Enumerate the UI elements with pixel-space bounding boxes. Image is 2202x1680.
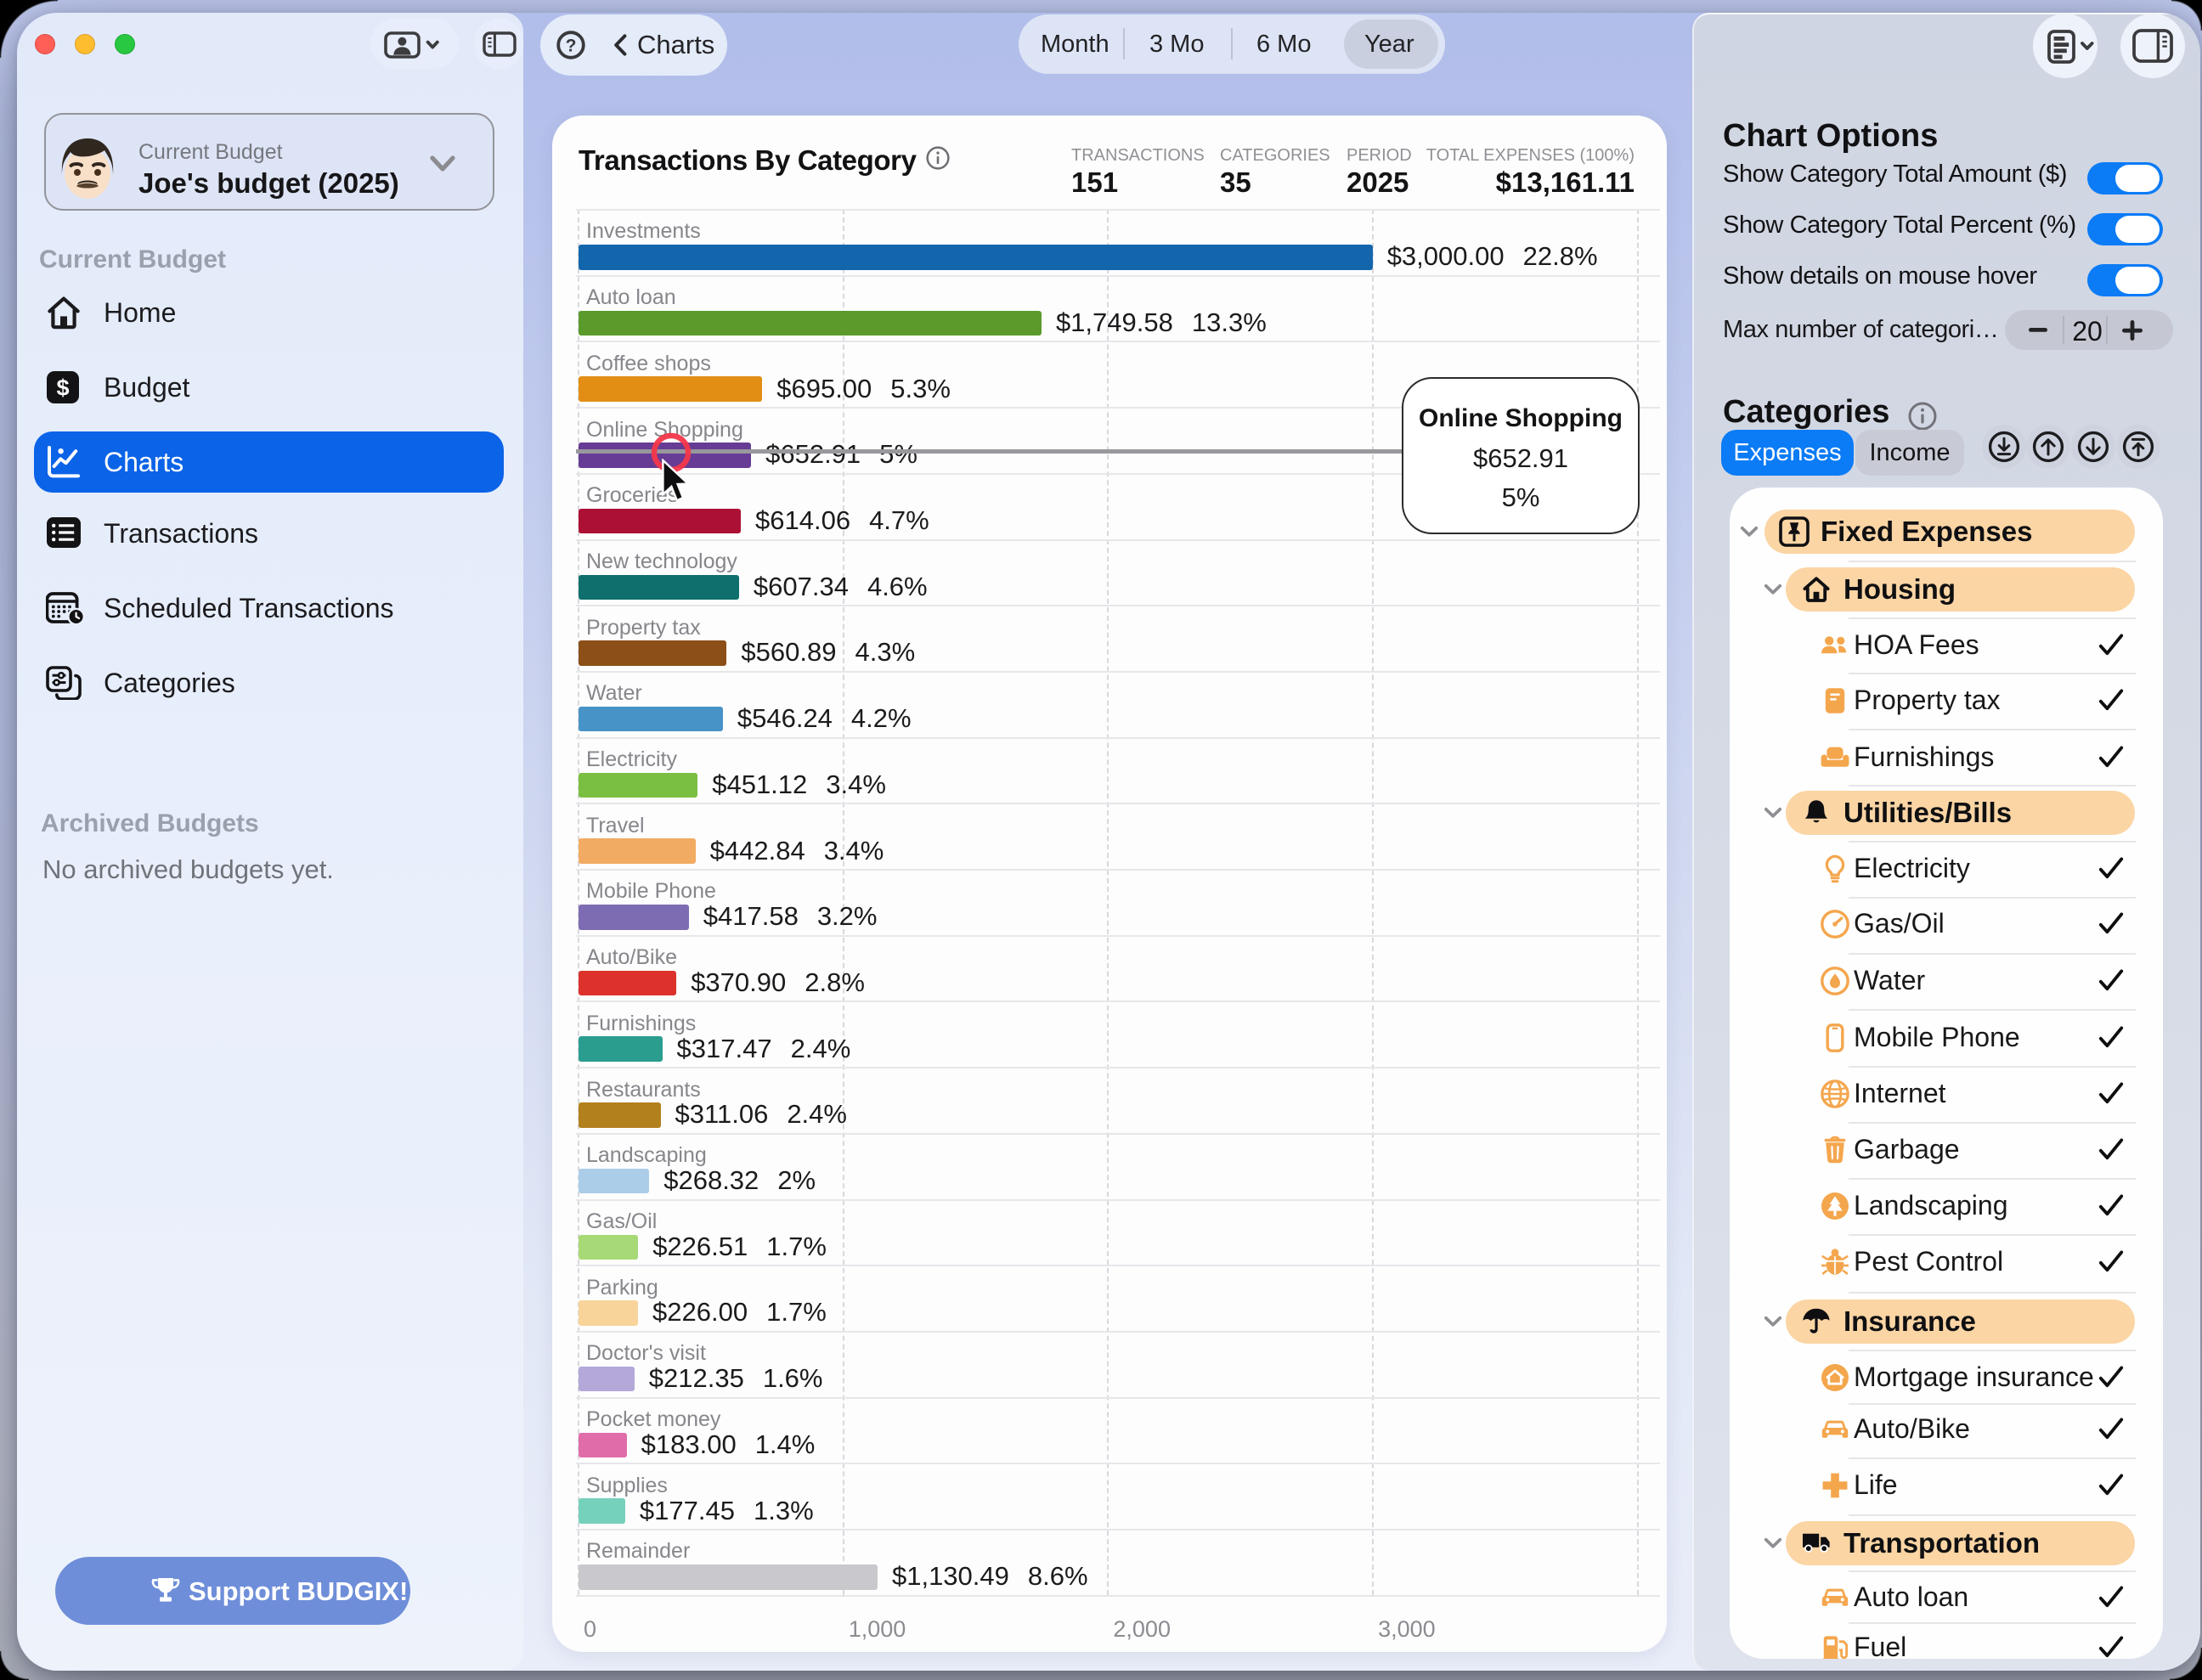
svg-text:?: ? [566,37,577,56]
svg-text:$: $ [56,375,69,401]
